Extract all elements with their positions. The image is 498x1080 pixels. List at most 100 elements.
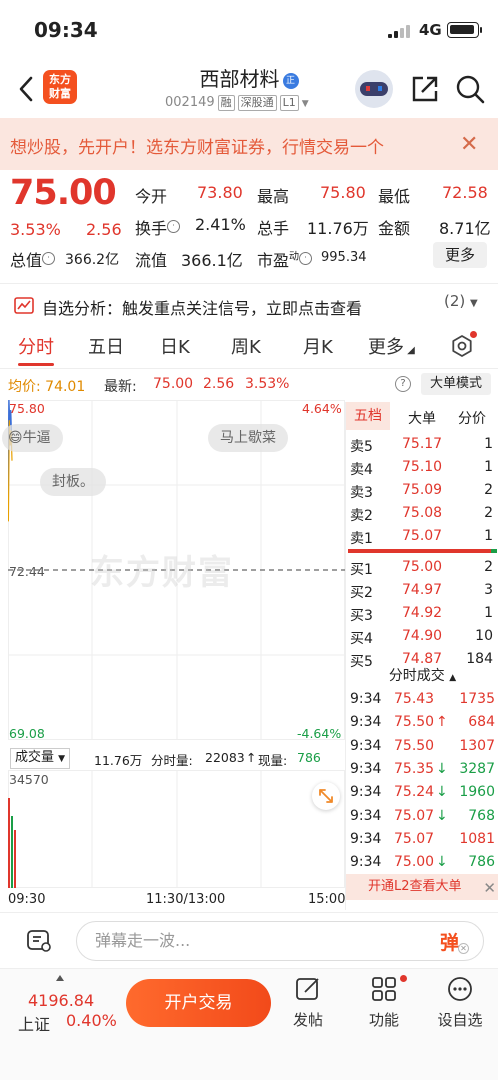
tick-volume: 768 [468,807,495,824]
tab-five-levels[interactable]: 五档 [346,402,390,430]
tick-time: 9:34 [350,760,382,777]
tick-volume: 684 [468,714,495,731]
nav-post[interactable]: 发帖 [278,975,338,1030]
ask-row[interactable]: 卖3 75.09 2 [346,480,498,503]
caret-down-icon[interactable]: ▼ [302,99,309,109]
tab-price-distribution[interactable]: 分价 [458,408,486,428]
latest-pct: 3.53% [245,376,290,392]
tick-price: 75.07 [394,830,435,847]
analysis-row[interactable]: 自选分析：触发重点关注信号，立即点击查看 (2) ▼ [0,283,498,325]
nav-functions-label: 功能 [368,1011,399,1029]
tab-weekly[interactable]: 周K [231,333,261,359]
danmu-bubble: 马上歇菜 [208,424,288,452]
info-icon[interactable]: · [42,252,56,265]
change-pct: 3.53% [10,220,61,239]
info-icon[interactable]: · [167,220,181,233]
bid-row[interactable]: 买2 74.97 3 [346,580,498,603]
float-label: 流值 [135,251,168,270]
notification-dot [400,975,407,982]
gear-icon[interactable] [450,334,474,358]
caret-up-icon[interactable] [56,975,64,981]
turnover-label[interactable]: 换手 · [135,215,181,239]
level-label: 买1 [350,562,373,578]
share-icon[interactable] [410,74,440,104]
l2-upgrade-banner[interactable]: 开通L2查看大单 ✕ [346,874,498,900]
expand-icon[interactable] [312,782,340,810]
ask-row[interactable]: 卖2 75.08 2 [346,503,498,526]
volume-max-label: 34570 [9,772,49,787]
ask-row[interactable]: 卖5 75.17 1 [346,434,498,457]
tick-price: 75.00 [394,854,435,871]
nav-post-label: 发帖 [292,1011,323,1029]
nav-functions[interactable]: 功能 [354,975,414,1030]
tab-more[interactable]: 更多 ◢ [368,333,415,359]
level-label: 卖4 [350,462,373,478]
time-axis: 09:30 11:30/13:00 15:00 [8,890,345,910]
price-summary-line: 均价: 74.01 最新: 75.00 2.56 3.53% ? 大单模式 [0,370,498,398]
big-order-mode-button[interactable]: 大单模式 [421,373,491,395]
time-mid: 11:30/13:00 [146,892,226,907]
promo-banner[interactable]: 想炒股，先开户！选东方财富证券，行情交易一个 ✕ [0,118,498,170]
signal-icon [388,24,414,38]
close-icon[interactable]: ✕ [483,875,496,901]
search-icon[interactable] [455,74,485,104]
notification-dot [470,331,477,338]
level-label: 买2 [350,585,373,601]
info-icon[interactable]: · [299,252,313,265]
more-button[interactable]: 更多 [433,242,487,268]
danmu-input[interactable]: 弹幕走一波... [76,921,484,961]
volume-chart[interactable] [8,770,345,888]
analysis-count[interactable]: (2) ▼ [444,292,478,310]
tab-5day[interactable]: 五日 [88,333,124,359]
y-max-label: 75.80 [9,401,45,416]
tab-big-orders[interactable]: 大单 [408,408,436,428]
tab-monthly[interactable]: 月K [303,333,333,359]
time-start: 09:30 [8,892,46,907]
latest-value: 75.00 [153,376,194,392]
level-volume: 2 [484,559,493,575]
tick-price: 75.50 [394,714,435,731]
assistant-robot-icon[interactable] [355,70,393,108]
analysis-count-text: (2) [444,292,466,310]
ask-row[interactable]: 卖4 75.10 1 [346,457,498,480]
level-label: 卖5 [350,439,373,455]
avg-value: 74.01 [45,379,86,395]
more-dots-icon [448,977,472,1001]
edit-icon [296,978,319,1000]
danmu-list-icon[interactable] [26,929,52,953]
bid-row[interactable]: 买1 75.00 2 [346,557,498,580]
nav-watchlist-settings[interactable]: 设自选 [430,975,490,1030]
level-label: 买3 [350,608,373,624]
caret-up-icon: ▲ [449,673,457,683]
ticks-title[interactable]: 分时成交 ▲ [346,665,498,685]
analysis-text: 自选分析：触发重点关注信号，立即点击查看 [42,299,363,318]
turnover-label-text: 换手 [135,219,168,238]
tab-active-indicator [18,363,54,366]
close-icon[interactable]: ✕ [458,943,469,954]
tick-time: 9:34 [350,784,382,801]
bid-row[interactable]: 买3 74.92 1 [346,603,498,626]
volume-selector-label: 成交量 [15,750,55,765]
level-volume: 3 [484,582,493,598]
volume-selector[interactable]: 成交量 ▼ [10,748,71,769]
low-label: 最低 [378,187,411,206]
pe-label[interactable]: 市盈动 · [257,247,313,271]
tab-fenshi[interactable]: 分时 [18,333,54,359]
help-icon[interactable]: ? [395,376,411,392]
tick-row: 9:34 75.24 ↓ 1960 [346,782,498,805]
bid-row[interactable]: 买4 74.90 10 [346,626,498,649]
index-name[interactable]: 上证 [18,1011,50,1035]
up-arrow-icon: ↑ [246,750,257,765]
level-price: 75.00 [402,559,443,575]
open-account-trade-button[interactable]: 开户交易 [126,979,271,1027]
tab-daily[interactable]: 日K [160,333,190,359]
index-value[interactable]: 4196.84 [28,991,94,1010]
stock-title[interactable]: 西部材料正 [200,63,299,92]
close-icon[interactable]: ✕ [460,132,478,157]
ask-row[interactable]: 卖1 75.07 1 [346,526,498,549]
danmu-toggle-button[interactable]: 弹 [440,928,459,955]
stock-code: 002149 [165,95,215,110]
index-pct[interactable]: 0.40% [66,1011,117,1030]
mcap-label[interactable]: 总值 · [10,247,56,271]
current-volume-value: 786 [297,750,321,765]
